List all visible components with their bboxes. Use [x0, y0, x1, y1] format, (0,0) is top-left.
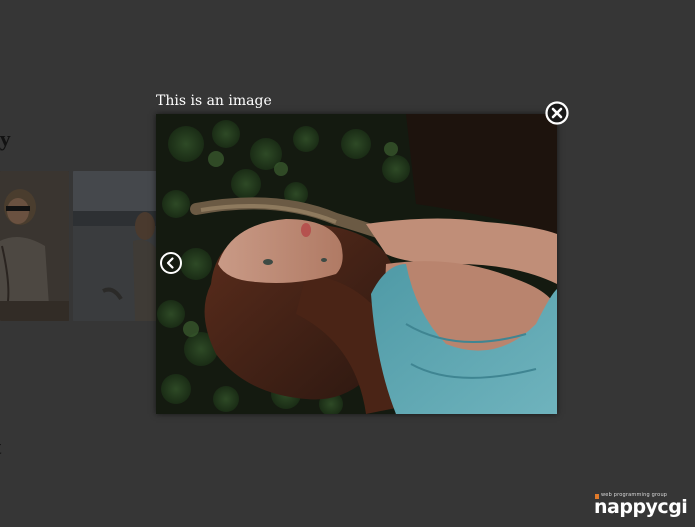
logo-name: nappycgi	[594, 496, 688, 518]
page-background: ry ent This is an image	[0, 0, 695, 527]
previous-image-button[interactable]	[159, 251, 183, 275]
close-icon	[545, 101, 569, 125]
close-button[interactable]	[545, 101, 569, 125]
lightbox-image	[156, 114, 557, 414]
woman-lying-in-leaves-photo	[156, 114, 557, 414]
lightbox-caption: This is an image	[156, 93, 272, 109]
nappycgi-logo: web programming group nappycgi	[594, 492, 688, 520]
chevron-left-icon	[160, 252, 182, 274]
